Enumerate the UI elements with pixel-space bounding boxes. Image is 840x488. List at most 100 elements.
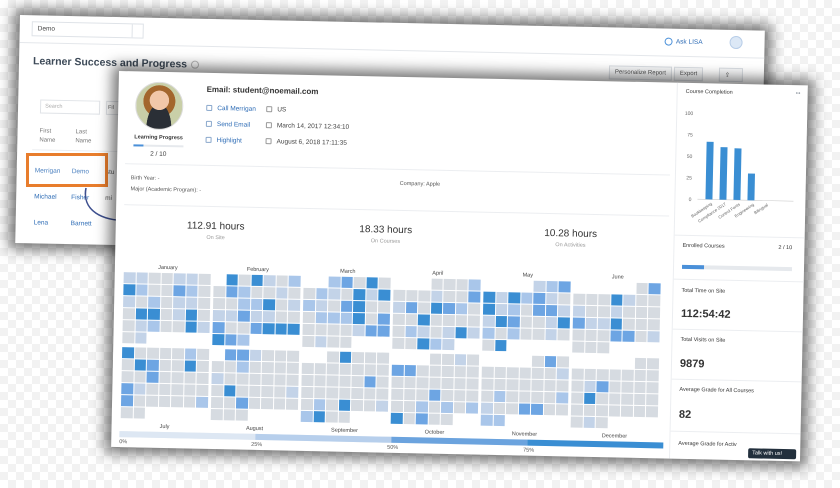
day-cell[interactable] — [415, 413, 428, 425]
day-cell[interactable] — [225, 298, 238, 310]
day-cell[interactable] — [326, 387, 339, 399]
day-cell[interactable] — [261, 398, 274, 410]
day-cell[interactable] — [418, 290, 431, 302]
day-cell[interactable] — [249, 373, 261, 386]
day-cell[interactable] — [275, 335, 287, 347]
day-cell[interactable] — [263, 287, 276, 299]
day-cell[interactable] — [556, 404, 569, 416]
day-cell[interactable] — [197, 333, 210, 345]
day-cell[interactable] — [301, 386, 313, 399]
day-cell[interactable] — [340, 324, 353, 336]
day-cell[interactable] — [634, 357, 647, 370]
day-cell[interactable] — [532, 328, 545, 340]
day-cell[interactable] — [467, 339, 480, 351]
day-cell[interactable] — [482, 327, 495, 339]
day-cell[interactable] — [288, 287, 301, 299]
export-button[interactable]: Export — [673, 66, 704, 82]
day-cell[interactable] — [185, 321, 198, 333]
day-cell[interactable] — [455, 327, 468, 339]
day-cell[interactable] — [481, 390, 493, 402]
day-cell[interactable] — [301, 350, 314, 363]
day-cell[interactable] — [583, 392, 596, 405]
header-last-name[interactable]: Last Name — [75, 128, 99, 146]
day-cell[interactable] — [212, 334, 225, 346]
day-cell[interactable] — [340, 312, 353, 324]
day-cell[interactable] — [146, 359, 159, 371]
day-cell[interactable] — [481, 378, 494, 390]
day-cell[interactable] — [520, 304, 533, 316]
day-cell[interactable] — [198, 285, 211, 297]
day-cell[interactable] — [160, 320, 173, 333]
day-cell[interactable] — [610, 294, 623, 306]
day-cell[interactable] — [493, 414, 506, 427]
day-cell[interactable] — [340, 300, 353, 312]
day-cell[interactable] — [468, 303, 481, 315]
day-cell[interactable] — [391, 376, 404, 389]
day-cell[interactable] — [544, 355, 557, 368]
day-cell[interactable] — [363, 400, 376, 412]
day-cell[interactable] — [123, 272, 136, 284]
day-cell[interactable] — [636, 282, 649, 295]
day-cell[interactable] — [533, 292, 546, 304]
day-cell[interactable] — [364, 388, 376, 400]
day-cell[interactable] — [353, 288, 366, 301]
day-cell[interactable] — [236, 373, 249, 385]
day-cell[interactable] — [161, 284, 173, 297]
day-cell[interactable] — [571, 356, 584, 368]
day-cell[interactable] — [213, 286, 226, 298]
day-cell[interactable] — [456, 291, 468, 303]
day-cell[interactable] — [393, 277, 406, 290]
day-cell[interactable] — [236, 385, 249, 397]
day-cell[interactable] — [160, 308, 173, 321]
day-cell[interactable] — [584, 356, 597, 369]
day-cell[interactable] — [224, 373, 236, 385]
header-first-name[interactable]: First Name — [39, 127, 63, 145]
day-cell[interactable] — [377, 364, 389, 376]
day-cell[interactable] — [263, 299, 276, 311]
day-cell[interactable] — [608, 405, 621, 417]
day-cell[interactable] — [213, 298, 225, 310]
day-cell[interactable] — [147, 332, 160, 344]
day-cell[interactable] — [302, 311, 315, 324]
day-cell[interactable] — [340, 288, 353, 300]
day-cell[interactable] — [313, 399, 326, 411]
day-cell[interactable] — [443, 278, 456, 291]
ask-lisa-button[interactable]: Ask LISA — [664, 37, 703, 47]
day-cell[interactable] — [377, 337, 390, 349]
day-cell[interactable] — [571, 380, 584, 392]
day-cell[interactable] — [441, 377, 454, 390]
day-cell[interactable] — [301, 374, 314, 387]
day-cell[interactable] — [211, 361, 224, 373]
day-cell[interactable] — [406, 278, 418, 290]
day-cell[interactable] — [556, 416, 568, 428]
day-cell[interactable] — [634, 369, 647, 382]
day-cell[interactable] — [377, 325, 390, 337]
day-cell[interactable] — [571, 392, 583, 404]
day-cell[interactable] — [506, 391, 519, 403]
day-cell[interactable] — [531, 379, 544, 391]
day-cell[interactable] — [507, 355, 519, 367]
day-cell[interactable] — [236, 397, 248, 409]
day-cell[interactable] — [391, 352, 404, 365]
day-cell[interactable] — [288, 275, 301, 287]
day-cell[interactable] — [339, 336, 352, 348]
day-cell[interactable] — [158, 407, 171, 420]
day-cell[interactable] — [148, 284, 161, 296]
day-cell[interactable] — [558, 281, 571, 293]
day-cell[interactable] — [363, 412, 376, 424]
day-cell[interactable] — [121, 371, 134, 383]
day-cell[interactable] — [148, 272, 161, 284]
day-cell[interactable] — [122, 320, 135, 332]
day-cell[interactable] — [173, 297, 186, 309]
day-cell[interactable] — [378, 301, 391, 313]
day-cell[interactable] — [315, 312, 328, 324]
day-cell[interactable] — [533, 280, 546, 292]
day-cell[interactable] — [405, 326, 417, 338]
day-cell[interactable] — [506, 403, 518, 415]
day-cell[interactable] — [338, 399, 351, 411]
day-cell[interactable] — [417, 326, 430, 338]
day-cell[interactable] — [378, 289, 391, 301]
day-cell[interactable] — [339, 375, 351, 387]
day-cell[interactable] — [621, 369, 634, 381]
day-cell[interactable] — [198, 297, 211, 309]
